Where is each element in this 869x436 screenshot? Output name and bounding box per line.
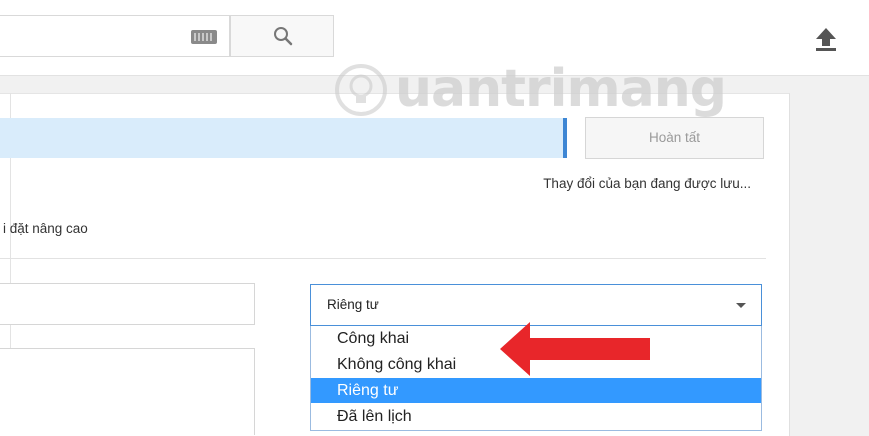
privacy-option-private[interactable]: Riêng tư [311,378,761,403]
privacy-option-scheduled[interactable]: Đã lên lịch [311,404,761,429]
save-status-text: Thay đổi của bạn đang được lưu... [543,176,751,191]
done-button[interactable]: Hoàn tất [585,117,764,159]
top-bar [0,0,869,76]
title-input[interactable] [0,283,255,325]
description-textarea[interactable] [0,348,255,435]
upload-progress-bar [0,118,563,158]
search-button[interactable] [230,15,334,57]
tab-advanced-settings[interactable]: i đặt nâng cao [3,221,88,236]
privacy-select-value: Riêng tư [327,297,379,312]
chevron-down-icon [736,303,746,308]
upload-progress-marker [563,118,567,158]
upload-icon[interactable] [812,25,840,53]
keyboard-icon[interactable] [191,30,217,44]
search-icon [274,27,293,46]
annotation-arrow-icon [500,322,650,376]
tab-divider [0,258,766,259]
